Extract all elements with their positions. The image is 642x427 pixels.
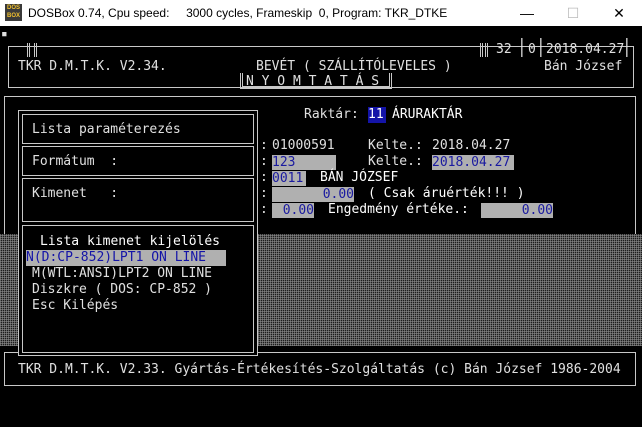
amount-field-1[interactable]: 0.00: [272, 187, 354, 202]
kelte-field-2[interactable]: 2018.04.27: [432, 155, 514, 170]
system-menu-icon: ▪: [1, 27, 8, 40]
partner-name: BÁN JÓZSEF: [320, 170, 399, 185]
colon-4: :: [260, 186, 268, 201]
counter-2: 0: [528, 42, 536, 57]
footer-text: TKR D.M.T.K. V2.33. Gyártás-Értékesítés-…: [18, 362, 621, 377]
window-titlebar[interactable]: DOS BOX DOSBox 0.74, Cpu speed: 3000 cyc…: [0, 0, 642, 26]
params-title: Lista paraméterezés: [32, 122, 181, 137]
header-date: 2018.04.27: [546, 42, 625, 57]
kimenet-label: Kimenet :: [32, 186, 119, 201]
option-lpt1[interactable]: N(D:CP-852)LPT1 ON LINE: [26, 250, 226, 266]
engedmeny-label: Engedmény értéke.:: [328, 202, 469, 217]
window-title: DOSBox 0.74, Cpu speed: 3000 cycles, Fra…: [28, 6, 448, 20]
mode-label: N Y O M T A T Á S: [246, 74, 380, 89]
kelte-label-1: Kelte.:: [368, 138, 423, 153]
document-title: BEVÉT ( SZÁLLÍTÓLEVELES ): [256, 59, 452, 74]
counter-sep-2: │: [536, 38, 546, 57]
document-number: 01000591: [272, 138, 335, 153]
colon-3: :: [260, 170, 268, 185]
counter-sep-3: │: [622, 38, 632, 57]
dos-screen[interactable]: ▪ TKR D.M.T.K. V2.34. BEVÉT ( SZÁLLÍTÓLE…: [0, 26, 642, 427]
colon-2: :: [260, 154, 268, 169]
colon-5: :: [260, 202, 268, 217]
option-exit[interactable]: Esc Kilépés: [32, 298, 118, 314]
header-right-tick: [480, 43, 488, 57]
engedmeny-field[interactable]: 0.00: [481, 203, 553, 218]
kelte-label-2: Kelte.:: [368, 154, 423, 169]
program-name: TKR D.M.T.K. V2.34.: [18, 59, 167, 74]
kelte-value-1: 2018.04.27: [432, 138, 511, 153]
header-left-tick: [27, 43, 37, 57]
format-label: Formátum :: [32, 154, 119, 169]
raktar-code-field[interactable]: 11: [368, 107, 386, 123]
raktar-label: Raktár:: [304, 107, 359, 122]
background-pattern: [258, 234, 642, 346]
close-button[interactable]: ✕: [596, 0, 642, 26]
maximize-button[interactable]: ☐: [550, 0, 596, 26]
raktar-name: ÁRURAKTÁR: [392, 107, 463, 122]
colon-1: :: [260, 138, 268, 153]
option-disk[interactable]: Diszkre ( DOS: CP-852 ): [32, 282, 212, 298]
partner-code-field[interactable]: 0011: [272, 171, 306, 186]
counter-sep-1: │: [517, 38, 527, 57]
code-field[interactable]: 123: [272, 155, 336, 170]
background-pattern-left: [0, 234, 20, 346]
counter-1: 32: [496, 42, 512, 57]
output-list-title: Lista kimenet kijelölés: [40, 234, 221, 249]
dosbox-icon: DOS BOX: [5, 4, 22, 21]
option-lpt2[interactable]: M(WTL:ANSI)LPT2 ON LINE: [32, 266, 212, 282]
amount-field-2[interactable]: 0.00: [272, 203, 314, 218]
csak-note: ( Csak áruérték!!! ): [368, 186, 525, 201]
minimize-button[interactable]: —: [504, 0, 550, 26]
user-name: Bán József: [544, 59, 623, 74]
